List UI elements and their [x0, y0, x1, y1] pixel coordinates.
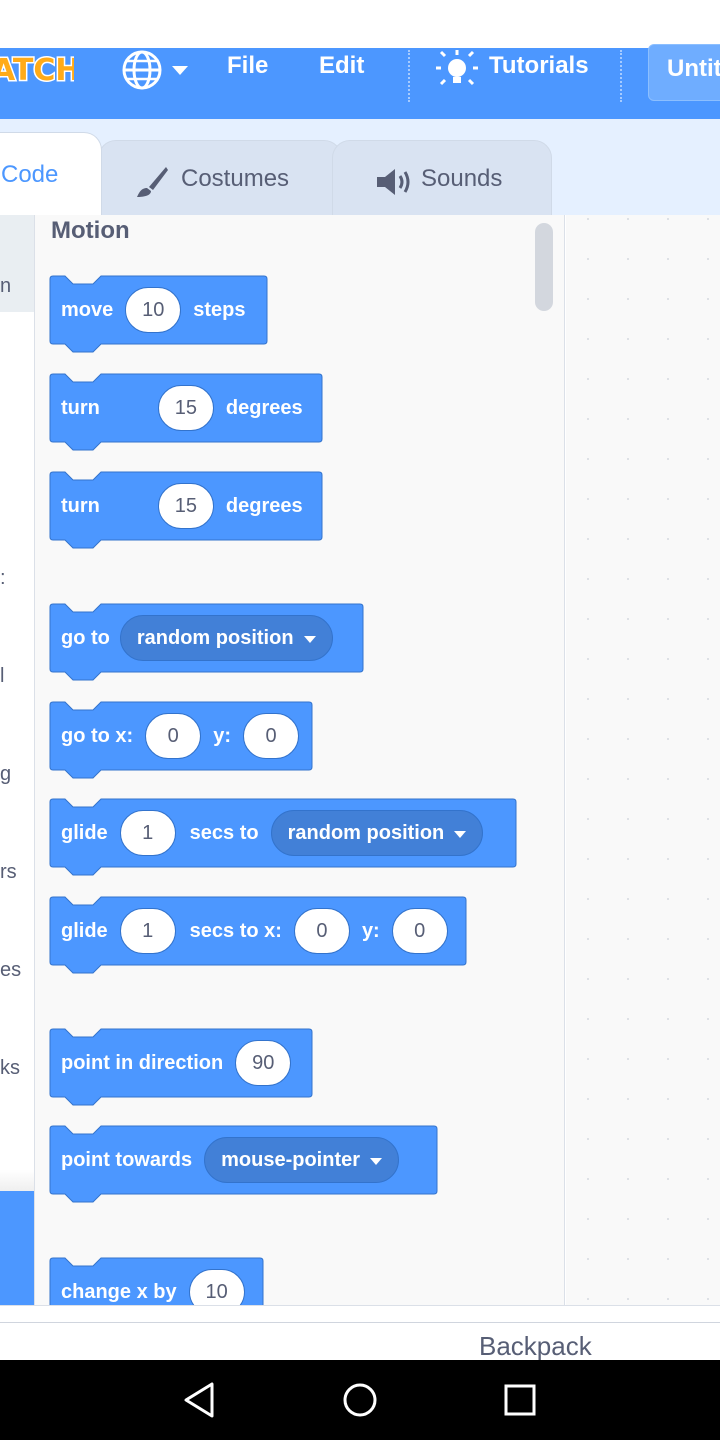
x-input[interactable]: 0	[145, 713, 202, 759]
tab-costumes[interactable]: Costumes	[98, 140, 342, 216]
block-text: degrees	[225, 494, 303, 517]
category-menu: n : l g rs es ks	[0, 215, 35, 1305]
block-text: go to	[61, 626, 110, 649]
project-title-input[interactable]: Untit	[648, 44, 720, 101]
glide-target-dropdown[interactable]: random position	[270, 810, 484, 856]
block-point-in-direction[interactable]: point in direction 90	[49, 1028, 313, 1106]
speaker-icon	[377, 169, 410, 195]
point-towards-dropdown[interactable]: mouse-pointer	[204, 1137, 400, 1183]
secs-input[interactable]: 1	[119, 908, 176, 954]
x-input[interactable]: 0	[293, 908, 350, 954]
backpack-button[interactable]: Backpack	[479, 1331, 592, 1362]
category-label[interactable]: ks	[0, 1057, 20, 1080]
tab-code-label: Code	[1, 161, 59, 188]
menu-divider	[408, 50, 410, 102]
home-nav-icon[interactable]	[338, 1378, 382, 1422]
divider	[0, 1322, 720, 1323]
block-move-steps[interactable]: move 10 steps	[49, 275, 268, 353]
block-text: go to x:	[61, 724, 134, 747]
menu-divider	[620, 50, 622, 102]
block-text: glide	[61, 821, 108, 844]
dropdown-arrow-icon	[454, 830, 467, 838]
palette-scrollbar[interactable]	[535, 223, 553, 311]
category-label[interactable]: g	[0, 763, 11, 786]
go-to-target-dropdown[interactable]: random position	[119, 615, 333, 661]
block-text: change x by	[61, 1280, 177, 1303]
category-label[interactable]: es	[0, 959, 21, 982]
category-label[interactable]: rs	[0, 861, 17, 884]
block-text: steps	[193, 298, 246, 321]
category-label[interactable]: l	[0, 665, 4, 688]
block-glide-to[interactable]: glide 1 secs to random position	[49, 798, 517, 876]
tab-sounds[interactable]: Sounds	[332, 140, 552, 216]
tutorials-menu[interactable]: Tutorials	[489, 52, 589, 80]
block-text: y:	[213, 724, 232, 747]
palette-category-title: Motion	[51, 217, 130, 244]
block-glide-to-xy[interactable]: glide 1 secs to x: 0 y: 0	[49, 896, 467, 974]
steps-input[interactable]: 10	[125, 287, 182, 333]
dropdown-arrow-icon	[370, 1157, 383, 1165]
category-shade	[0, 1170, 34, 1192]
tab-code[interactable]: Code	[0, 132, 102, 216]
category-label[interactable]: n	[0, 275, 11, 298]
category-label[interactable]: :	[0, 567, 6, 590]
block-text: degrees	[225, 396, 303, 419]
block-text: point towards	[61, 1148, 193, 1171]
recents-nav-icon[interactable]	[498, 1378, 542, 1422]
block-go-to-xy[interactable]: go to x: 0 y: 0	[49, 701, 313, 779]
tab-costumes-label: Costumes	[181, 165, 290, 192]
tab-sounds-label: Sounds	[421, 165, 503, 192]
script-workspace[interactable]	[566, 215, 720, 1305]
block-text: point in direction	[61, 1051, 224, 1074]
dropdown-value: mouse-pointer	[221, 1148, 361, 1171]
block-text: turn	[61, 396, 100, 419]
degrees-input[interactable]: 15	[157, 385, 214, 431]
block-point-towards[interactable]: point towards mouse-pointer	[49, 1125, 438, 1203]
direction-input[interactable]: 90	[235, 1040, 292, 1086]
svg-text:ATCH: ATCH	[0, 53, 74, 88]
block-text: y:	[361, 919, 380, 942]
language-globe-icon[interactable]	[120, 50, 190, 90]
block-text: move	[61, 298, 114, 321]
dropdown-value: random position	[287, 821, 445, 844]
block-text: glide	[61, 919, 108, 942]
block-go-to[interactable]: go to random position	[49, 603, 364, 681]
dropdown-value: random position	[136, 626, 294, 649]
block-text: turn	[61, 494, 100, 517]
block-text: secs to x:	[189, 919, 282, 942]
bottom-strip	[0, 1305, 720, 1360]
block-palette: Motion move 10 steps turn 15 degrees tur…	[35, 215, 565, 1305]
secs-input[interactable]: 1	[119, 810, 176, 856]
change-x-input[interactable]: 10	[188, 1269, 245, 1305]
y-input[interactable]: 0	[243, 713, 300, 759]
lightbulb-icon[interactable]	[436, 48, 478, 92]
block-text: secs to	[189, 821, 259, 844]
scratch-logo[interactable]: ATCH	[0, 46, 74, 94]
degrees-input[interactable]: 15	[157, 483, 214, 529]
file-menu[interactable]: File	[227, 52, 268, 80]
edit-menu[interactable]: Edit	[319, 52, 364, 80]
add-extension-button[interactable]	[0, 1191, 34, 1305]
y-input[interactable]: 0	[391, 908, 448, 954]
system-nav-bar	[0, 1360, 720, 1440]
block-turn-right[interactable]: turn 15 degrees	[49, 373, 323, 451]
block-turn-left[interactable]: turn 15 degrees	[49, 471, 323, 549]
back-nav-icon[interactable]	[178, 1378, 222, 1422]
block-change-x[interactable]: change x by 10	[49, 1257, 264, 1305]
dropdown-arrow-icon	[303, 635, 316, 643]
paintbrush-icon	[137, 167, 168, 197]
